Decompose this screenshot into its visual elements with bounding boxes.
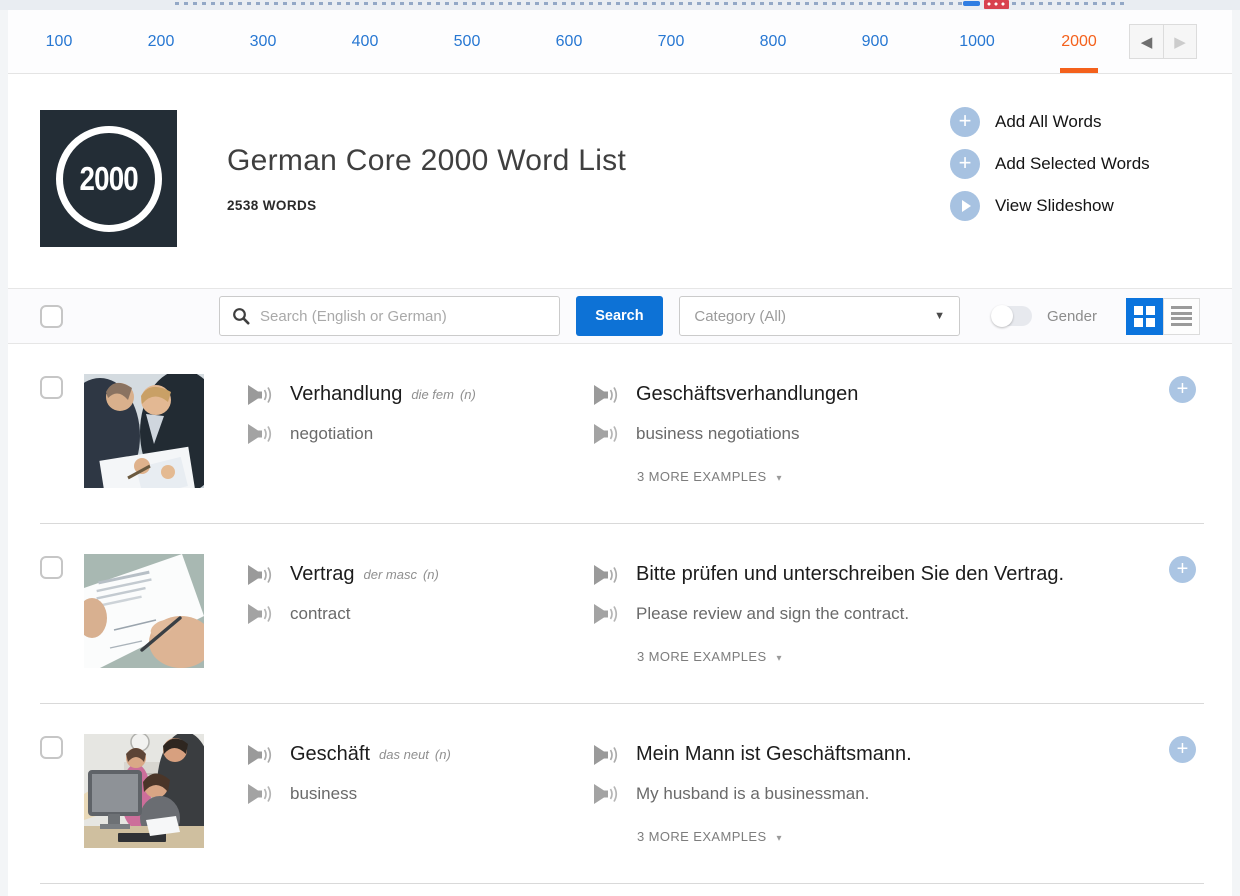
part-of-speech: (n) [460,387,476,402]
word-photo-negotiation [84,374,204,488]
tab-700[interactable]: 700 [620,10,722,73]
category-select[interactable]: Category (All) ▼ [679,296,960,336]
audio-icon[interactable] [246,783,272,805]
audio-icon[interactable] [592,564,618,586]
gender-label: das neut [379,747,429,762]
chevron-down-icon: ▾ [777,653,782,664]
tab-100[interactable]: 100 [8,10,110,73]
word-row-verhandlung: Verhandlung die fem (n) negotiation [8,344,1232,524]
word-row-geschaeft: Geschäft das neut (n) business [8,704,1232,884]
example-german: Mein Mann ist Geschäftsmann. [636,743,912,766]
more-examples-button[interactable]: 3 MORE EXAMPLES▾ [637,649,1200,664]
example-german: Bitte prüfen und unterschreiben Sie den … [636,563,1064,586]
german-word: Verhandlung [290,383,402,406]
audio-icon[interactable] [246,423,272,445]
page-title: German Core 2000 Word List [227,144,626,178]
plus-icon: + [950,107,980,137]
english-translation: negotiation [290,424,373,444]
audio-icon[interactable] [592,384,618,406]
part-of-speech: (n) [423,567,439,582]
add-word-button[interactable]: + [1169,556,1196,583]
search-icon [232,307,250,325]
tab-300[interactable]: 300 [212,10,314,73]
level-tab-bar: 100 200 300 400 500 600 700 800 900 1000… [8,10,1232,74]
view-mode-toggle [1126,298,1200,335]
chevron-down-icon: ▼ [934,310,945,322]
more-examples-button[interactable]: 3 MORE EXAMPLES▾ [637,469,1200,484]
example-english: business negotiations [636,424,800,444]
list-header: 2000 German Core 2000 Word List 2538 WOR… [8,74,1232,288]
add-word-button[interactable]: + [1169,376,1196,403]
add-all-words-button[interactable]: + Add All Words [950,107,1200,137]
dashed-line [175,2,1125,5]
word-list-panel: 100 200 300 400 500 600 700 800 900 1000… [8,10,1232,896]
german-word: Vertrag [290,563,354,586]
audio-icon[interactable] [246,384,272,406]
tab-2000[interactable]: 2000 [1028,10,1130,73]
example-english: My husband is a businessman. [636,784,869,804]
header-actions: + Add All Words + Add Selected Words Vie… [950,107,1200,233]
logo-circle: 2000 [56,126,162,232]
more-examples-button[interactable]: 3 MORE EXAMPLES▾ [637,829,1200,844]
tab-200[interactable]: 200 [110,10,212,73]
tab-pager: ◀ ▶ [1129,24,1197,59]
add-word-button[interactable]: + [1169,736,1196,763]
tab-600[interactable]: 600 [518,10,620,73]
word-row-vertrag: Vertrag der masc (n) contract [8,524,1232,704]
tab-500[interactable]: 500 [416,10,518,73]
audio-icon[interactable] [246,744,272,766]
search-field[interactable] [219,296,560,336]
prev-page-button[interactable]: ◀ [1129,24,1163,59]
red-marker [984,0,1009,9]
toggle-knob [991,305,1013,327]
part-of-speech: (n) [435,747,451,762]
tab-800[interactable]: 800 [722,10,824,73]
list-view-button[interactable] [1163,298,1200,335]
select-all-checkbox[interactable] [40,305,63,328]
grid-view-button[interactable] [1126,298,1163,335]
play-icon [950,191,980,221]
add-selected-words-button[interactable]: + Add Selected Words [950,149,1200,179]
search-button[interactable]: Search [576,296,664,336]
example-german: Geschäftsverhandlungen [636,383,858,406]
chevron-down-icon: ▾ [777,833,782,844]
blue-marker [963,1,980,6]
core-2000-logo: 2000 [40,110,177,247]
german-word: Geschäft [290,743,370,766]
tab-400[interactable]: 400 [314,10,416,73]
word-photo-office [84,734,204,848]
row-checkbox[interactable] [40,736,63,759]
gender-toggle[interactable] [991,306,1032,326]
grid-icon [1134,306,1155,327]
word-count-label: 2538 WORDS [227,198,626,213]
next-page-button[interactable]: ▶ [1163,24,1197,59]
top-dotted-artifact [0,0,1240,10]
search-input[interactable] [260,308,547,325]
row-divider [40,883,1204,884]
logo-number: 2000 [79,160,137,198]
tab-900[interactable]: 900 [824,10,926,73]
list-icon [1171,304,1192,329]
audio-icon[interactable] [592,423,618,445]
row-checkbox[interactable] [40,376,63,399]
audio-icon[interactable] [592,603,618,625]
gender-label: die fem [411,387,454,402]
english-translation: business [290,784,357,804]
example-english: Please review and sign the contract. [636,604,909,624]
tab-1000[interactable]: 1000 [926,10,1028,73]
word-photo-contract [84,554,204,668]
english-translation: contract [290,604,350,624]
chevron-down-icon: ▾ [777,473,782,484]
plus-icon: + [950,149,980,179]
audio-icon[interactable] [592,783,618,805]
gender-toggle-label: Gender [1047,308,1097,325]
audio-icon[interactable] [592,744,618,766]
audio-icon[interactable] [246,603,272,625]
gender-label: der masc [363,567,416,582]
view-slideshow-button[interactable]: View Slideshow [950,191,1200,221]
list-toolbar: Search Category (All) ▼ Gender [8,288,1232,344]
row-checkbox[interactable] [40,556,63,579]
audio-icon[interactable] [246,564,272,586]
